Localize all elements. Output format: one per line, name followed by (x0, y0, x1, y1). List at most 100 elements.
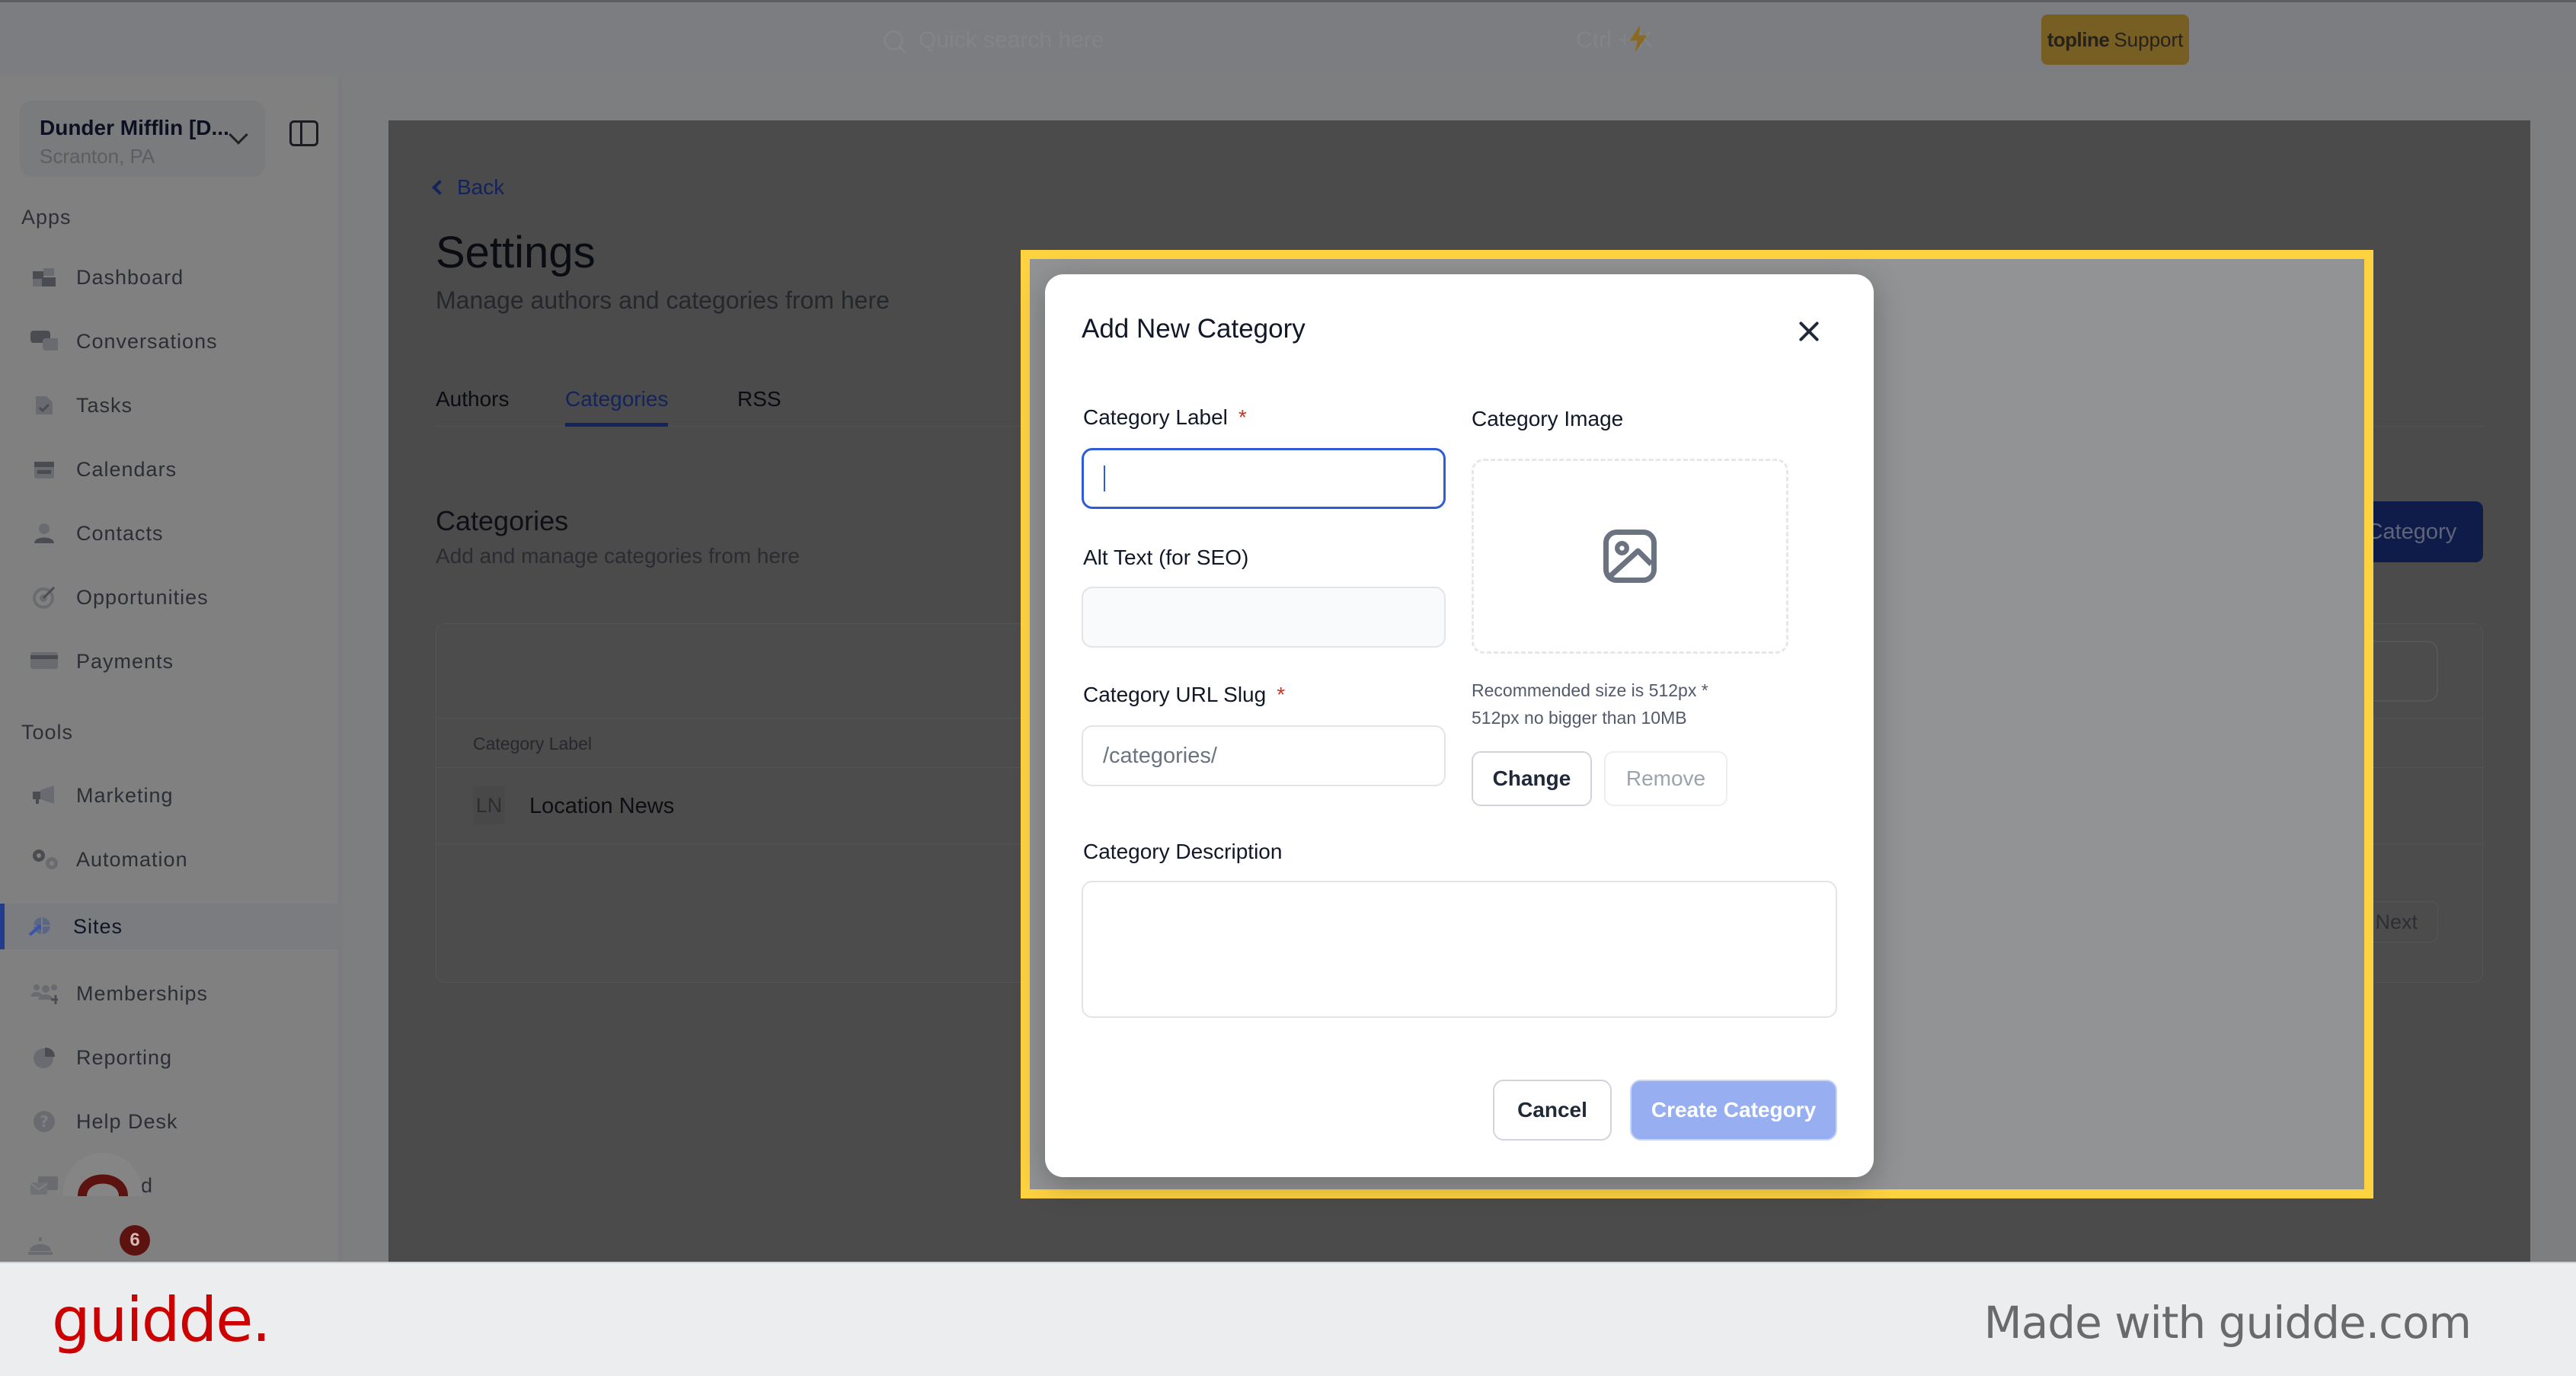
description-field-label: Category Description (1083, 840, 1283, 863)
add-category-dialog: Add New Category Category Label * Alt Tex… (1045, 274, 1874, 1177)
dashboard-icon (30, 266, 58, 289)
sidebar-item-mailfold[interactable]: Mailfold (0, 1163, 343, 1208)
support-label: Support (2114, 27, 2184, 51)
globe-icon (27, 915, 55, 938)
tab-rss[interactable]: RSS (737, 387, 781, 427)
tab-authors[interactable]: Authors (436, 387, 510, 427)
sidebar-item-sites[interactable]: Sites (0, 904, 343, 949)
sidebar-item-label: Automation (76, 847, 188, 871)
page-subtitle: Manage authors and categories from here (436, 286, 890, 314)
image-hint-line-1: Recommended size is 512px * (1472, 680, 1708, 700)
sidebar-item-label: Memberships (76, 981, 209, 1005)
account-name: Dunder Mifflin [D... (40, 116, 229, 139)
notification-badge: 6 (120, 1225, 150, 1256)
bell-icon[interactable] (27, 1236, 53, 1256)
image-placeholder-icon (1603, 530, 1657, 583)
change-image-button[interactable]: Change (1472, 751, 1592, 806)
pie-chart-icon (30, 1046, 58, 1069)
guidde-footer: guidde. Made with guidde.com (0, 1262, 2576, 1376)
alt-text-field-label: Alt Text (for SEO) (1083, 546, 1249, 569)
field-label-text: Category URL Slug (1083, 683, 1267, 706)
dialog-title: Add New Category (1082, 314, 1306, 344)
guidde-logo: guidde. (52, 1285, 271, 1355)
chevron-down-icon (229, 125, 248, 145)
chat-icon (30, 330, 58, 353)
image-hint-line-2: 512px no bigger than 10MB (1472, 708, 1687, 728)
quick-search-placeholder: Quick search here (919, 27, 1104, 53)
sidebar-item-label: Contacts (76, 521, 164, 545)
image-size-hint: Recommended size is 512px * 512px no big… (1472, 677, 1708, 731)
category-image-label: Category Image (1472, 407, 1624, 430)
back-link[interactable]: Back (432, 175, 505, 200)
url-slug-input[interactable]: /categories/ (1082, 725, 1446, 786)
made-with-guidde: Made with guidde.com (1983, 1297, 2472, 1349)
sidebar-item-label: Reporting (76, 1045, 173, 1069)
cancel-button[interactable]: Cancel (1493, 1080, 1612, 1141)
account-switcher[interactable]: Dunder Mifflin [D... Scranton, PA (20, 101, 265, 177)
quick-search[interactable]: Quick search here Ctrl + K (884, 25, 1683, 56)
remove-image-button[interactable]: Remove (1604, 751, 1727, 806)
category-name: Location News (529, 794, 675, 818)
sidebar-item-calendars[interactable]: Calendars (0, 446, 343, 492)
sidebar-item-tasks[interactable]: Tasks (0, 382, 343, 428)
task-icon (30, 394, 58, 417)
chevron-left-icon (432, 180, 447, 195)
credit-card-icon (30, 650, 58, 673)
sidebar-item-label: Sites (73, 914, 123, 938)
apps-section-label: Apps (21, 206, 72, 229)
sidebar-item-label: Calendars (76, 457, 177, 481)
contact-icon (30, 522, 58, 545)
required-marker: * (1238, 405, 1247, 429)
sidebar-item-label: Payments (76, 649, 174, 673)
tab-categories[interactable]: Categories (565, 387, 669, 427)
sidebar-item-label: Help Desk (76, 1109, 178, 1133)
column-header-category-label: Category Label (473, 734, 592, 754)
sidebar-item-payments[interactable]: Payments (0, 638, 343, 684)
svg-text:?: ? (40, 1112, 49, 1131)
sidebar-item-opportunities[interactable]: Opportunities (0, 574, 343, 620)
sidebar-item-contacts[interactable]: Contacts (0, 510, 343, 556)
gears-icon (30, 848, 58, 871)
url-slug-field-label: Category URL Slug * (1083, 683, 1285, 707)
mail-icon (30, 1174, 58, 1197)
text-caret (1104, 466, 1105, 491)
url-slug-value: /categories/ (1103, 743, 1217, 768)
sidebar-item-label: Opportunities (76, 585, 209, 609)
close-icon[interactable] (1798, 320, 1820, 343)
create-category-button[interactable]: Create Category (1630, 1080, 1837, 1141)
account-location: Scranton, PA (40, 145, 155, 168)
field-label-text: Category Label (1083, 405, 1228, 429)
sidebar-item-dashboard[interactable]: Dashboard (0, 254, 343, 300)
top-bar: Quick search here Ctrl + K topline Suppo… (0, 0, 2576, 73)
sidebar-item-marketing[interactable]: Marketing (0, 773, 343, 818)
category-label-input[interactable] (1082, 448, 1446, 509)
sidebar-item-help-desk[interactable]: ? Help Desk (0, 1099, 343, 1144)
chat-widget-icon[interactable] (61, 1150, 145, 1196)
category-avatar: LN (473, 786, 505, 824)
sidebar: Dunder Mifflin [D... Scranton, PA Apps D… (0, 76, 343, 1262)
sidebar-item-memberships[interactable]: Memberships (0, 971, 343, 1016)
sidebar-item-conversations[interactable]: Conversations (0, 318, 343, 364)
help-icon: ? (30, 1110, 58, 1133)
sidebar-item-automation[interactable]: Automation (0, 837, 343, 882)
target-icon (30, 586, 58, 609)
image-upload-dropzone[interactable] (1472, 459, 1788, 654)
lightning-icon[interactable] (1627, 25, 1650, 53)
calendar-icon (30, 458, 58, 481)
category-label-field-label: Category Label * (1083, 405, 1247, 430)
members-icon (30, 982, 58, 1005)
sidebar-item-label: Dashboard (76, 265, 184, 289)
sidebar-item-label: Marketing (76, 783, 174, 807)
support-brand: topline (2047, 27, 2110, 51)
sidebar-item-reporting[interactable]: Reporting (0, 1035, 343, 1080)
page-title: Settings (436, 228, 596, 277)
sidebar-toggle-icon[interactable] (289, 120, 318, 146)
alt-text-input[interactable] (1082, 587, 1446, 648)
megaphone-icon (30, 784, 58, 807)
search-icon (884, 30, 903, 50)
required-marker: * (1277, 683, 1286, 706)
sidebar-item-label: Tasks (76, 393, 133, 417)
description-textarea[interactable] (1082, 881, 1837, 1018)
support-button[interactable]: topline Support (2041, 14, 2189, 65)
back-label: Back (457, 175, 505, 199)
